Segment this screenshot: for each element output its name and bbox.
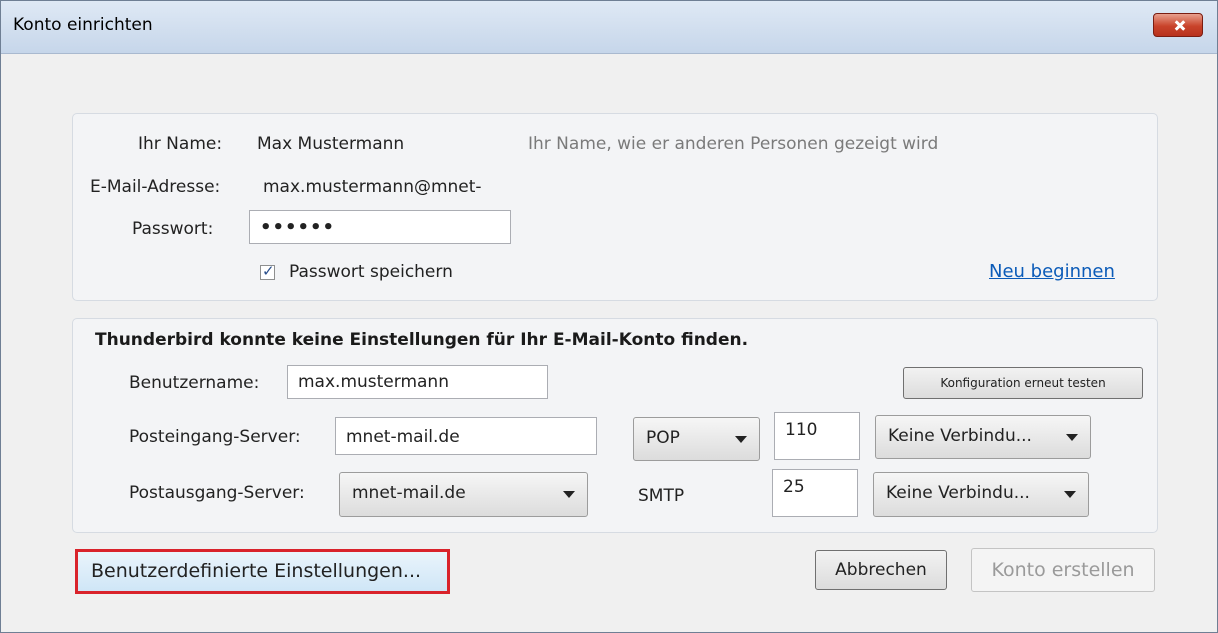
- retest-config-button[interactable]: Konfiguration erneut testen: [903, 367, 1143, 399]
- incoming-protocol-value: POP: [646, 428, 680, 448]
- restart-link[interactable]: Neu beginnen: [989, 261, 1115, 282]
- outgoing-server-select[interactable]: mnet-mail.de: [339, 472, 588, 517]
- chevron-down-icon: [563, 491, 575, 498]
- custom-settings-button[interactable]: Benutzerdefinierte Einstellungen...: [75, 549, 450, 594]
- create-account-button[interactable]: Konto erstellen: [971, 548, 1155, 592]
- custom-settings-label: Benutzerdefinierte Einstellungen...: [91, 560, 422, 582]
- window-title: Konto einrichten: [13, 15, 153, 35]
- password-field[interactable]: ••••••: [249, 210, 511, 244]
- outgoing-protocol: SMTP: [638, 486, 685, 506]
- chevron-down-icon: [1066, 434, 1078, 441]
- save-password-checkbox[interactable]: [260, 262, 275, 280]
- incoming-label: Posteingang-Server:: [129, 427, 301, 447]
- title-bar: Konto einrichten: [1, 1, 1217, 54]
- username-label: Benutzername:: [129, 373, 260, 393]
- incoming-security-select[interactable]: Keine Verbindu...: [875, 415, 1091, 459]
- outgoing-server-value: mnet-mail.de: [352, 483, 466, 503]
- outgoing-port-field[interactable]: 25: [772, 469, 858, 517]
- outgoing-security-select[interactable]: Keine Verbindu...: [873, 472, 1089, 517]
- account-setup-dialog: Konto einrichten Ihr Name: Max Musterman…: [0, 0, 1218, 633]
- password-value: ••••••: [260, 217, 336, 238]
- password-label: Passwort:: [132, 219, 214, 239]
- outgoing-label: Postausgang-Server:: [129, 483, 305, 503]
- chevron-down-icon: [735, 436, 747, 443]
- name-hint: Ihr Name, wie er anderen Personen gezeig…: [528, 134, 939, 154]
- incoming-security-value: Keine Verbindu...: [888, 426, 1032, 446]
- close-icon[interactable]: [1153, 13, 1203, 37]
- username-field[interactable]: max.mustermann: [287, 365, 548, 399]
- name-field[interactable]: Max Mustermann: [257, 134, 404, 154]
- incoming-protocol-select[interactable]: POP: [633, 417, 760, 461]
- email-field[interactable]: max.mustermann@mnet-: [263, 177, 482, 197]
- incoming-port-field[interactable]: 110: [774, 412, 860, 460]
- incoming-server-field[interactable]: mnet-mail.de: [335, 417, 597, 455]
- config-message: Thunderbird konnte keine Einstellungen f…: [95, 330, 749, 350]
- cancel-button[interactable]: Abbrechen: [815, 550, 947, 590]
- save-password-label[interactable]: Passwort speichern: [289, 262, 453, 282]
- email-label: E-Mail-Adresse:: [90, 177, 221, 197]
- outgoing-security-value: Keine Verbindu...: [886, 483, 1030, 503]
- name-label: Ihr Name:: [138, 134, 223, 154]
- chevron-down-icon: [1064, 491, 1076, 498]
